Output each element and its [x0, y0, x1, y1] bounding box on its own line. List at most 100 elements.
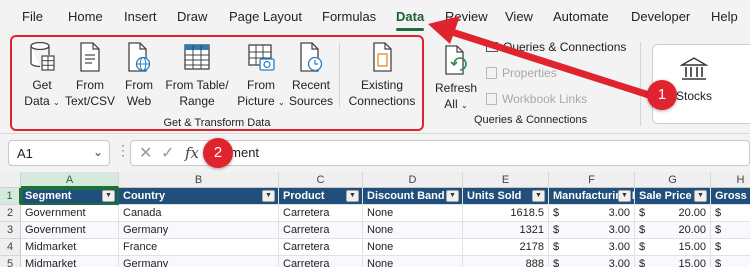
filter-dropdown-icon[interactable]: ▼	[618, 190, 631, 202]
filter-dropdown-icon[interactable]: ▼	[694, 190, 707, 202]
table-cell[interactable]: Carretera	[279, 239, 363, 256]
table-header-cell[interactable]: Units Sold ▼	[463, 188, 549, 205]
menu-file[interactable]: File	[22, 9, 43, 24]
table-cell[interactable]: $26	[711, 222, 750, 239]
table-cell[interactable]: $3.00	[549, 205, 635, 222]
menu-automate[interactable]: Automate	[553, 9, 609, 24]
get-data-button[interactable]: Get Data ⌄	[20, 41, 64, 111]
menu-page-layout[interactable]: Page Layout	[229, 9, 302, 24]
table-cell[interactable]: $20.00	[635, 222, 711, 239]
table-cell[interactable]: $3.00	[549, 256, 635, 267]
cell-value: 3.00	[608, 241, 630, 253]
table-cell[interactable]: None	[363, 239, 463, 256]
row-header-4[interactable]: 4	[0, 239, 21, 256]
worksheet-grid[interactable]: ABCDEFGH 1 Segment ▼ Country ▼ Product ▼ Discou…	[0, 172, 750, 267]
filter-dropdown-icon[interactable]: ▼	[262, 190, 275, 202]
column-header-f[interactable]: F	[549, 172, 635, 188]
properties-button[interactable]: Properties	[486, 66, 557, 80]
recent-sources-label-2: Sources	[288, 94, 334, 108]
table-cell[interactable]: $13	[711, 256, 750, 267]
menu-view[interactable]: View	[505, 9, 533, 24]
from-picture-button[interactable]: From Picture ⌄	[234, 41, 288, 111]
table-cell[interactable]: 1618.5	[463, 205, 549, 222]
table-cell[interactable]: Midmarket	[21, 256, 119, 267]
table-cell[interactable]: Germany	[119, 256, 279, 267]
menu-formulas[interactable]: Formulas	[322, 9, 376, 24]
table-cell[interactable]: $32	[711, 239, 750, 256]
column-header-g[interactable]: G	[635, 172, 711, 188]
table-cell[interactable]: Carretera	[279, 205, 363, 222]
table-cell[interactable]: Canada	[119, 205, 279, 222]
table-header-cell[interactable]: Country ▼	[119, 188, 279, 205]
column-header-e[interactable]: E	[463, 172, 549, 188]
row-header-1[interactable]: 1	[0, 188, 21, 205]
row-header-3[interactable]: 3	[0, 222, 21, 239]
filter-dropdown-icon[interactable]: ▼	[346, 190, 359, 202]
column-header-a[interactable]: A	[21, 172, 119, 188]
table-header-cell[interactable]: Manufacturing Price▼	[549, 188, 635, 205]
from-text-csv-label-1: From	[76, 78, 104, 92]
recent-sources-button[interactable]: Recent Sources	[288, 41, 334, 109]
database-table-icon	[30, 41, 55, 71]
table-cell[interactable]: Carretera	[279, 256, 363, 267]
filter-dropdown-icon[interactable]: ▼	[532, 190, 545, 202]
column-header-b[interactable]: B	[119, 172, 279, 188]
column-header-h[interactable]: H	[711, 172, 750, 188]
table-cell[interactable]: None	[363, 205, 463, 222]
table-cell[interactable]: $15.00	[635, 256, 711, 267]
table-cell[interactable]: $20.00	[635, 205, 711, 222]
chevron-down-icon[interactable]: ⌄	[93, 145, 103, 159]
table-cell[interactable]: None	[363, 222, 463, 239]
menu-help[interactable]: Help	[711, 9, 738, 24]
table-cell[interactable]: Government	[21, 205, 119, 222]
menu-developer[interactable]: Developer	[631, 9, 690, 24]
table-cell[interactable]: Midmarket	[21, 239, 119, 256]
table-cell[interactable]: None	[363, 256, 463, 267]
header-label: Sale Price	[639, 190, 692, 202]
cancel-icon[interactable]: ✕	[139, 143, 152, 163]
column-header-c[interactable]: C	[279, 172, 363, 188]
table-cell[interactable]: $32	[711, 205, 750, 222]
table-cell[interactable]: Government	[21, 222, 119, 239]
table-cell[interactable]: 888	[463, 256, 549, 267]
menu-data[interactable]: Data	[396, 9, 424, 24]
column-header-d[interactable]: D	[363, 172, 463, 188]
row-header-5[interactable]: 5	[0, 256, 21, 267]
row-header-2[interactable]: 2	[0, 205, 21, 222]
table-cell[interactable]: $15.00	[635, 239, 711, 256]
more-options-icon[interactable]: ⋮	[116, 142, 130, 159]
table-cell[interactable]: $3.00	[549, 222, 635, 239]
menu-insert[interactable]: Insert	[124, 9, 157, 24]
existing-connections-button[interactable]: Existing Connections	[346, 41, 418, 109]
properties-icon	[486, 67, 497, 79]
filter-dropdown-icon[interactable]: ▼	[102, 190, 115, 202]
from-text-csv-button[interactable]: From Text/CSV	[64, 41, 116, 109]
table-cell[interactable]: 2178	[463, 239, 549, 256]
menu-draw[interactable]: Draw	[177, 9, 207, 24]
filter-dropdown-icon[interactable]: ▼	[446, 190, 459, 202]
picture-table-icon	[248, 44, 275, 71]
workbook-links-button[interactable]: Workbook Links	[486, 92, 587, 106]
insert-function-button[interactable]: fx	[185, 144, 199, 162]
menu-review[interactable]: Review	[445, 9, 488, 24]
table-cell[interactable]: France	[119, 239, 279, 256]
table-header-cell[interactable]: Discount Band ▼	[363, 188, 463, 205]
table-cell[interactable]: Carretera	[279, 222, 363, 239]
queries-connections-button[interactable]: Queries & Connections	[486, 40, 626, 54]
refresh-all-button[interactable]: Refresh All ⌄	[432, 44, 480, 114]
table-header-cell[interactable]: Product ▼	[279, 188, 363, 205]
table-cell[interactable]: $3.00	[549, 239, 635, 256]
from-table-range-button[interactable]: From Table/ Range	[162, 41, 232, 109]
menu-home[interactable]: Home	[68, 9, 103, 24]
currency-symbol: $	[639, 207, 646, 219]
enter-icon[interactable]: ✓	[161, 143, 174, 163]
name-box[interactable]: A1 ⌄	[8, 140, 110, 166]
table-header-cell[interactable]: Gross Sales▼	[711, 188, 750, 205]
table-cell[interactable]: Germany	[119, 222, 279, 239]
table-header-cell[interactable]: Segment ▼	[21, 188, 119, 205]
table-header-cell[interactable]: Sale Price ▼	[635, 188, 711, 205]
table-cell[interactable]: 1321	[463, 222, 549, 239]
from-web-button[interactable]: From Web	[120, 41, 158, 109]
select-all-corner[interactable]	[0, 172, 21, 188]
currency-symbol: $	[715, 241, 722, 253]
